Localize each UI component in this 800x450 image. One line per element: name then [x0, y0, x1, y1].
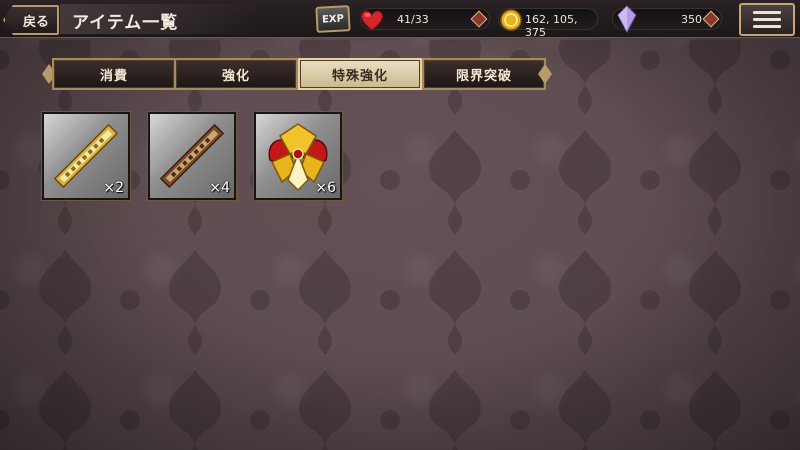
item-quantity: ×2 — [103, 180, 124, 196]
gem-value: 350 — [681, 13, 702, 26]
tab-consumable[interactable]: 消費 — [52, 58, 176, 90]
gem-plus-button[interactable] — [702, 10, 720, 28]
item-slot[interactable]: ×4 — [147, 111, 237, 201]
menu-icon-bar — [753, 11, 781, 14]
coin-icon — [500, 9, 522, 31]
tab-enhance[interactable]: 強化 — [174, 58, 298, 90]
tab-label: 強化 — [221, 68, 250, 84]
category-tabs: 消費 強化 特殊強化 限界突破 — [42, 58, 552, 90]
item-slot[interactable]: ×2 — [41, 111, 131, 201]
back-button-label: 戻る — [22, 14, 49, 30]
stamina-plus-button[interactable] — [470, 10, 488, 28]
page-title: アイテム一覧 — [72, 13, 179, 33]
menu-icon-bar — [753, 18, 781, 21]
item-quantity: ×4 — [209, 180, 230, 196]
tab-label: 限界突破 — [455, 68, 512, 84]
tab-limit-break[interactable]: 限界突破 — [422, 58, 546, 90]
gold-display: 162, 105, 375 — [498, 8, 598, 39]
heart-icon — [360, 10, 384, 31]
gold-value: 162, 105, 375 — [525, 13, 578, 39]
exp-label: EXP — [321, 12, 345, 26]
tab-special-enhance[interactable]: 特殊強化 — [298, 58, 422, 90]
tab-label: 特殊強化 — [331, 68, 388, 84]
exp-icon[interactable]: EXP — [315, 5, 351, 33]
back-button[interactable]: 戻る — [3, 5, 59, 35]
menu-icon-bar — [753, 25, 781, 28]
stamina-display: 41/33 — [360, 8, 490, 31]
item-slot[interactable]: ×6 — [253, 111, 343, 201]
crystal-icon — [617, 5, 637, 33]
stamina-value: 41/33 — [397, 13, 429, 26]
tab-label: 消費 — [99, 68, 128, 84]
item-quantity: ×6 — [315, 180, 336, 196]
menu-button[interactable] — [739, 3, 795, 36]
top-bar: 戻る アイテム一覧 EXP 41/33 162, 105, 375 350 — [0, 0, 800, 39]
gem-display: 350 — [612, 5, 722, 33]
